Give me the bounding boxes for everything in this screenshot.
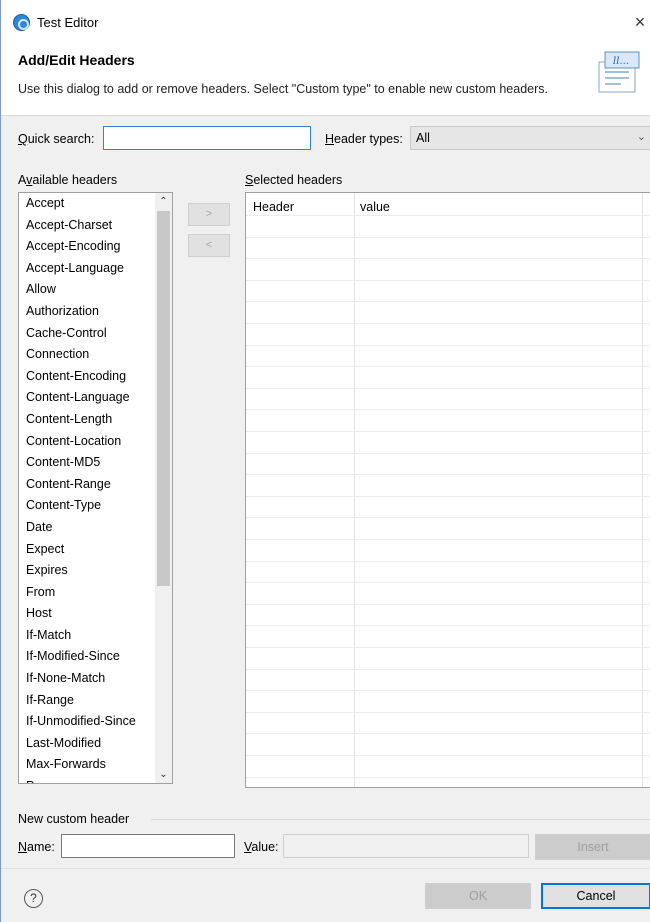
available-header-item[interactable]: Accept-Charset xyxy=(19,215,155,237)
available-header-item[interactable]: If-Modified-Since xyxy=(19,646,155,668)
available-header-item[interactable]: Expires xyxy=(19,560,155,582)
table-row xyxy=(246,625,650,627)
available-headers-items: Accept Accept-Charset Accept-Encoding Accep… xyxy=(19,193,155,783)
help-icon[interactable]: ? xyxy=(24,889,43,908)
table-row xyxy=(246,236,650,238)
dialog-banner-icon: ll... xyxy=(598,51,640,93)
quick-search-input[interactable] xyxy=(103,126,311,150)
svg-text:ll...: ll... xyxy=(613,56,629,67)
column-header-value[interactable]: value xyxy=(360,200,390,214)
table-row xyxy=(246,279,650,281)
ok-button[interactable]: OK xyxy=(425,883,531,909)
quick-search-label: Quick search: xyxy=(18,132,95,146)
dialog-header: Add/Edit Headers Use this dialog to add … xyxy=(1,44,650,116)
table-row xyxy=(246,776,650,778)
add-header-button[interactable]: > xyxy=(188,203,230,226)
available-header-item[interactable]: Content-Location xyxy=(19,431,155,453)
dialog-title: Add/Edit Headers xyxy=(18,52,135,68)
available-header-item[interactable]: Accept-Language xyxy=(19,258,155,280)
table-row xyxy=(246,711,650,713)
available-header-item[interactable]: Host xyxy=(19,603,155,625)
scroll-thumb[interactable] xyxy=(157,211,170,586)
header-types-label: Header types: xyxy=(325,132,403,146)
group-divider xyxy=(151,819,650,820)
selected-headers-label: Selected headers xyxy=(245,173,343,187)
available-header-item[interactable]: If-Match xyxy=(19,625,155,647)
table-row xyxy=(246,517,650,519)
table-row xyxy=(246,301,650,303)
table-row xyxy=(246,323,650,324)
column-divider xyxy=(354,193,355,787)
scroll-up-icon[interactable]: ⌃ xyxy=(155,193,172,210)
available-header-item[interactable]: From xyxy=(19,582,155,604)
new-custom-header-group-label: New custom header xyxy=(18,812,130,826)
table-row xyxy=(246,258,650,260)
available-header-item[interactable]: Authorization xyxy=(19,301,155,323)
custom-header-value-input[interactable] xyxy=(283,834,529,858)
available-header-item[interactable]: If-Unmodified-Since xyxy=(19,711,155,733)
available-header-item[interactable]: Content-Language xyxy=(19,387,155,409)
table-row xyxy=(246,582,650,584)
table-row xyxy=(246,387,650,389)
table-row xyxy=(246,409,650,411)
table-row xyxy=(246,690,650,692)
title-bar: Test Editor × xyxy=(1,0,650,44)
value-label: Value: xyxy=(244,840,279,854)
available-headers-list[interactable]: Accept Accept-Charset Accept-Encoding Accep… xyxy=(18,192,173,784)
custom-header-name-input[interactable] xyxy=(61,834,235,858)
scroll-down-icon[interactable]: ⌄ xyxy=(155,766,172,783)
table-row xyxy=(246,560,650,562)
available-header-item[interactable]: Accept-Encoding xyxy=(19,236,155,258)
available-header-item[interactable]: Expect xyxy=(19,539,155,561)
table-row xyxy=(246,495,650,497)
available-header-item[interactable]: Max-Forwards xyxy=(19,754,155,776)
name-label: Name: xyxy=(18,840,55,854)
table-row xyxy=(246,452,650,454)
table-row xyxy=(246,733,650,735)
table-row xyxy=(246,215,650,216)
available-header-item[interactable]: Cache-Control xyxy=(19,323,155,345)
insert-button[interactable]: Insert xyxy=(535,834,650,860)
table-row xyxy=(246,603,650,605)
column-divider xyxy=(642,193,643,787)
column-header-header[interactable]: Header xyxy=(253,200,294,214)
app-icon xyxy=(13,14,30,31)
dialog-description: Use this dialog to add or remove headers… xyxy=(18,82,548,96)
table-row xyxy=(246,668,650,670)
available-header-item[interactable]: If-Range xyxy=(19,690,155,712)
table-row xyxy=(246,539,650,540)
available-headers-label: Available headers xyxy=(18,173,118,187)
table-row xyxy=(246,755,650,756)
available-header-item[interactable]: If-None-Match xyxy=(19,668,155,690)
available-header-item[interactable]: Content-Range xyxy=(19,474,155,496)
available-header-item[interactable]: Content-Type xyxy=(19,495,155,517)
selected-headers-table[interactable]: Header value xyxy=(245,192,650,788)
available-header-item[interactable]: Last-Modified xyxy=(19,733,155,755)
table-row xyxy=(246,647,650,648)
test-editor-window: Test Editor × Add/Edit Headers Use this … xyxy=(0,0,650,922)
close-button[interactable]: × xyxy=(629,10,650,34)
table-row xyxy=(246,431,650,432)
available-header-item[interactable]: Accept xyxy=(19,193,155,215)
available-header-item[interactable]: Allow xyxy=(19,279,155,301)
list-scrollbar[interactable]: ⌃ ⌄ xyxy=(155,193,172,783)
available-header-item[interactable]: Content-Encoding xyxy=(19,366,155,388)
header-types-value: All xyxy=(416,131,430,145)
table-row xyxy=(246,474,650,476)
available-header-item[interactable]: Pragma xyxy=(19,776,155,783)
chevron-down-icon: ⌄ xyxy=(636,131,646,143)
remove-header-button[interactable]: < xyxy=(188,234,230,257)
window-title: Test Editor xyxy=(37,15,99,30)
table-row xyxy=(246,344,650,346)
available-header-item[interactable]: Content-Length xyxy=(19,409,155,431)
available-header-item[interactable]: Connection xyxy=(19,344,155,366)
available-header-item[interactable]: Date xyxy=(19,517,155,539)
header-types-select[interactable]: All ⌄ xyxy=(410,126,650,150)
table-row xyxy=(246,366,650,368)
available-header-item[interactable]: Content-MD5 xyxy=(19,452,155,474)
cancel-button[interactable]: Cancel xyxy=(541,883,650,909)
